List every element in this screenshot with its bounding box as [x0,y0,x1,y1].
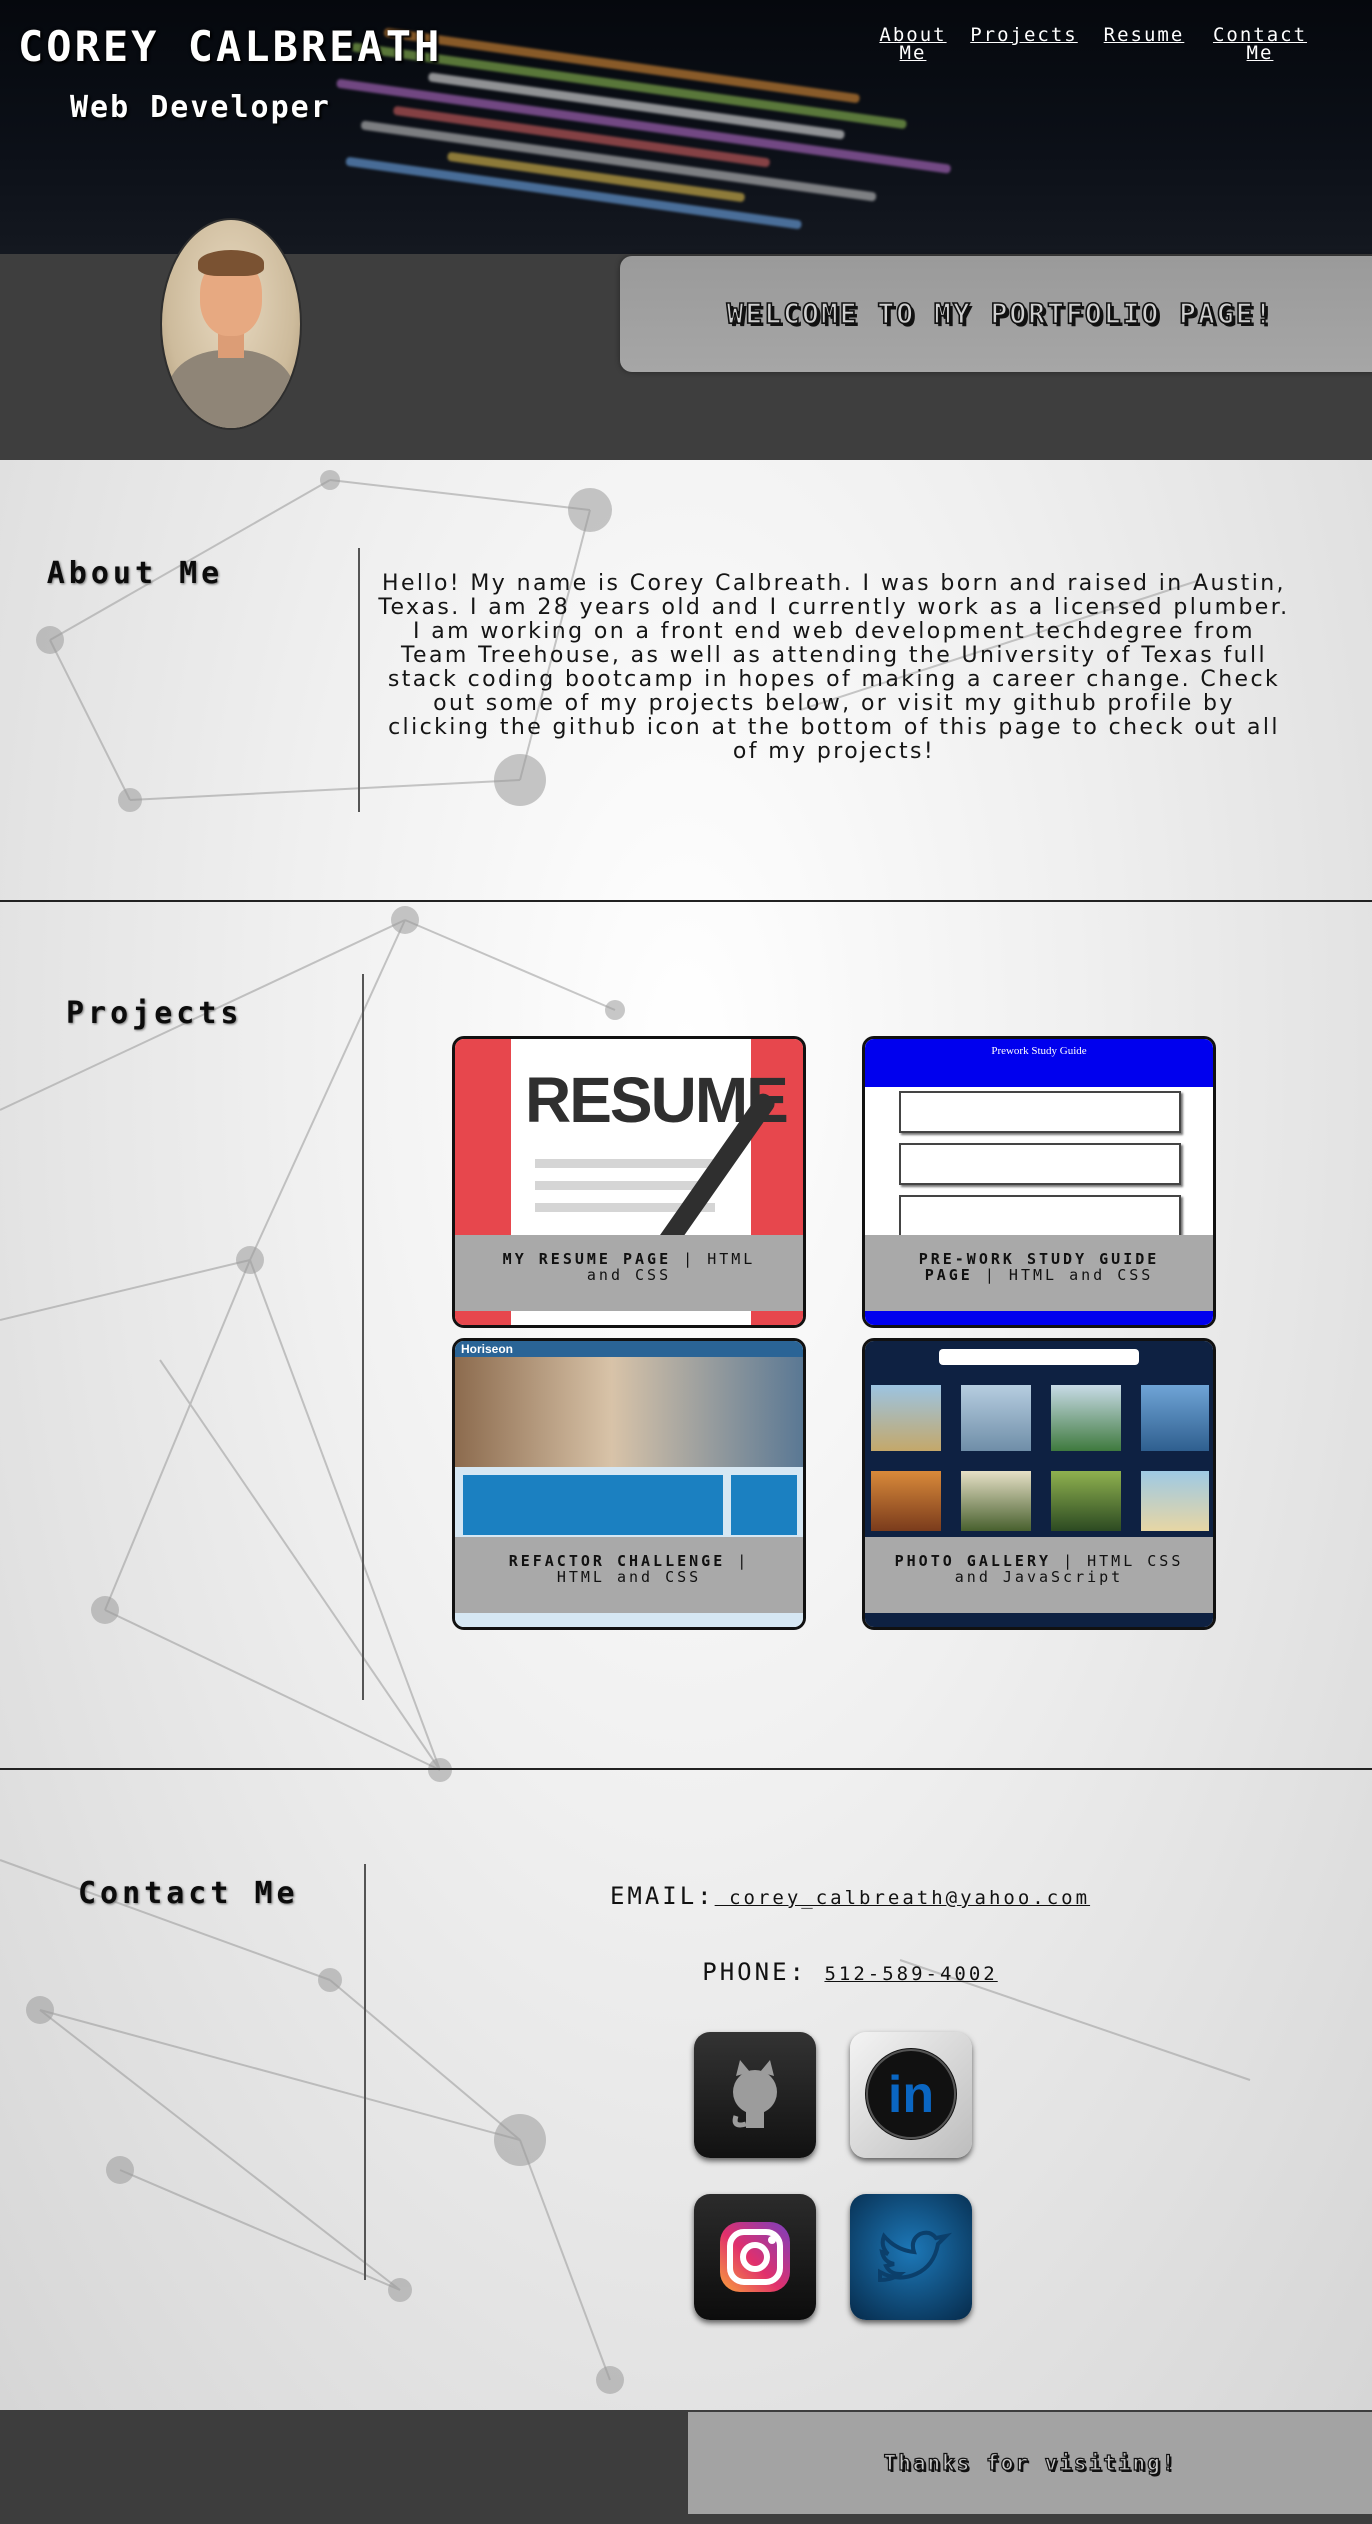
linkedin-icon[interactable]: in [850,2032,972,2158]
project-caption: REFACTOR CHALLENGE | HTML and CSS [455,1537,803,1613]
site-name: COREY CALBREATH [18,22,443,71]
email-label: EMAIL: [609,1882,715,1910]
welcome-heading: WELCOME TO MY PORTFOLIO PAGE! [726,296,1274,331]
email-line: EMAIL: corey_calbreath@yahoo.com [480,1882,1220,1910]
about-heading: About Me [46,556,224,591]
project-tech: | HTML and CSS [984,1266,1154,1284]
project-card-resume[interactable]: RESUME MY RESUME PAGE | HTML and CSS [452,1036,806,1328]
project-card-study-guide[interactable]: Prework Study Guide PRE-WORK STUDY GUIDE… [862,1036,1216,1328]
project-caption: PHOTO GALLERY | HTML CSS and JavaScript [865,1537,1213,1613]
nav-link-about-me[interactable]: About Me [878,26,948,63]
about-paragraph: Hello! My name is Corey Calbreath. I was… [378,571,1290,764]
project-caption: PRE-WORK STUDY GUIDE PAGE | HTML and CSS [865,1235,1213,1311]
nav-link-resume[interactable]: Resume [1094,26,1194,45]
section-divider [0,900,1372,902]
contact-vertical-rule [364,1864,366,2280]
about-vertical-rule [358,548,360,812]
contact-heading: Contact Me [78,1876,299,1911]
projects-heading: Projects [66,996,243,1031]
email-link[interactable]: corey_calbreath@yahoo.com [715,1887,1090,1909]
welcome-panel: WELCOME TO MY PORTFOLIO PAGE! [620,256,1372,372]
phone-label: PHONE: [702,1958,807,1986]
phone-link[interactable]: 512-589-4002 [824,1963,997,1985]
footer-message: Thanks for visiting! [883,2450,1177,2475]
project-caption: MY RESUME PAGE | HTML and CSS [455,1235,803,1311]
twitter-icon[interactable] [850,2194,972,2320]
instagram-icon[interactable] [694,2194,816,2320]
projects-vertical-rule [362,974,364,1700]
project-card-refactor[interactable]: Horiseon REFACTOR CHALLENGE | HTML and C… [452,1338,806,1630]
phone-line: PHONE: 512-589-4002 [480,1958,1220,1986]
nav-link-contact-me[interactable]: Contact Me [1208,26,1312,63]
project-card-photo-gallery[interactable]: PHOTO GALLERY | HTML CSS and JavaScript [862,1338,1216,1630]
site-role: Web Developer [70,90,331,125]
site-header: COREY CALBREATH Web Developer About Me P… [0,0,1372,254]
nav-link-projects[interactable]: Projects [968,26,1080,45]
section-divider [0,1768,1372,1770]
profile-photo [160,218,302,430]
svg-text:in: in [888,2066,934,2124]
github-icon[interactable] [694,2032,816,2158]
